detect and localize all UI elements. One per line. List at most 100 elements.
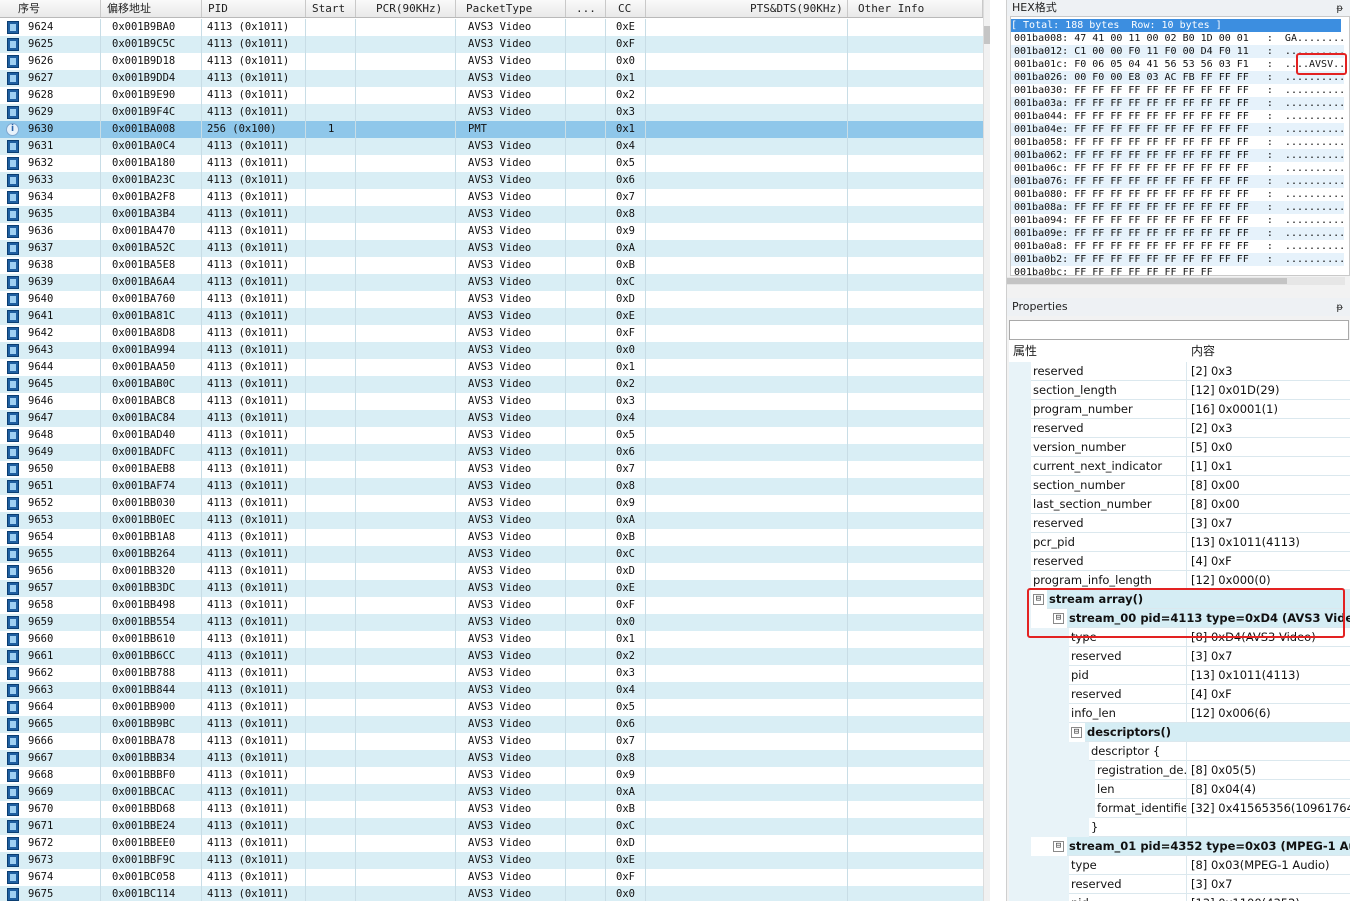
cell-start (328, 257, 356, 274)
property-row[interactable]: len [8] 0x04(4) (1009, 780, 1350, 799)
property-row[interactable]: last_section_number [8] 0x00 (1009, 495, 1350, 514)
table-row[interactable]: 9665 0x001BB9BC 4113 (0x1011) AVS3 Video 0x6 (0, 716, 983, 733)
property-row[interactable]: info_len [12] 0x006(6) (1009, 704, 1350, 723)
table-row[interactable]: 9637 0x001BA52C 4113 (0x1011) AVS3 Video 0xA (0, 240, 983, 257)
table-row[interactable]: 9663 0x001BB844 4113 (0x1011) AVS3 Video 0x4 (0, 682, 983, 699)
collapse-toggle-icon[interactable]: ⊟ (1053, 841, 1064, 852)
property-row[interactable]: format_identifier [32] 0x41565356(1096176… (1009, 799, 1350, 818)
table-row[interactable]: 9625 0x001B9C5C 4113 (0x1011) AVS3 Video 0xF (0, 36, 983, 53)
property-row[interactable]: pcr_pid [13] 0x1011(4113) (1009, 533, 1350, 552)
column-header-cc[interactable]: CC (606, 0, 646, 17)
property-group-row[interactable]: ⊟ descriptors() (1009, 723, 1350, 742)
table-row[interactable]: 9632 0x001BA180 4113 (0x1011) AVS3 Video 0x5 (0, 155, 983, 172)
table-row[interactable]: 9666 0x001BBA78 4113 (0x1011) AVS3 Video 0x7 (0, 733, 983, 750)
table-row[interactable]: 9635 0x001BA3B4 4113 (0x1011) AVS3 Video 0x8 (0, 206, 983, 223)
property-row[interactable]: version_number [5] 0x0 (1009, 438, 1350, 457)
hex-horizontal-scrollbar[interactable] (1007, 277, 1345, 285)
pin-icon[interactable]: ᵽ (1336, 299, 1343, 317)
property-row[interactable]: pid [13] 0x1011(4113) (1009, 666, 1350, 685)
property-row[interactable]: section_number [8] 0x00 (1009, 476, 1350, 495)
table-row[interactable]: 9660 0x001BB610 4113 (0x1011) AVS3 Video 0x1 (0, 631, 983, 648)
column-header-offset[interactable]: 偏移地址 (101, 0, 202, 17)
table-row[interactable]: 9640 0x001BA760 4113 (0x1011) AVS3 Video 0xD (0, 291, 983, 308)
property-row[interactable]: } (1009, 818, 1350, 837)
table-row[interactable]: 9646 0x001BABC8 4113 (0x1011) AVS3 Video 0x3 (0, 393, 983, 410)
table-row[interactable]: 9673 0x001BBF9C 4113 (0x1011) AVS3 Video 0xE (0, 852, 983, 869)
property-row[interactable]: reserved [3] 0x7 (1009, 875, 1350, 894)
property-row[interactable]: registration_de... [8] 0x05(5) (1009, 761, 1350, 780)
column-header-other-info[interactable]: Other Info (848, 0, 983, 17)
cell-start (328, 53, 356, 70)
table-row[interactable]: 9668 0x001BBBF0 4113 (0x1011) AVS3 Video 0x9 (0, 767, 983, 784)
table-row[interactable]: 9662 0x001BB788 4113 (0x1011) AVS3 Video 0x3 (0, 665, 983, 682)
table-row[interactable]: 9671 0x001BBE24 4113 (0x1011) AVS3 Video 0xC (0, 818, 983, 835)
pin-icon[interactable]: ᵽ (1336, 1, 1343, 17)
table-row[interactable]: 9641 0x001BA81C 4113 (0x1011) AVS3 Video 0xE (0, 308, 983, 325)
table-row[interactable]: 9626 0x001B9D18 4113 (0x1011) AVS3 Video 0x0 (0, 53, 983, 70)
table-row[interactable]: 9639 0x001BA6A4 4113 (0x1011) AVS3 Video 0xC (0, 274, 983, 291)
table-row[interactable]: 9645 0x001BAB0C 4113 (0x1011) AVS3 Video 0x2 (0, 376, 983, 393)
table-row[interactable]: 9670 0x001BBD68 4113 (0x1011) AVS3 Video 0xB (0, 801, 983, 818)
table-row[interactable]: 9667 0x001BBB34 4113 (0x1011) AVS3 Video 0x8 (0, 750, 983, 767)
table-row[interactable]: 9643 0x001BA994 4113 (0x1011) AVS3 Video 0x0 (0, 342, 983, 359)
table-row[interactable]: 9654 0x001BB1A8 4113 (0x1011) AVS3 Video 0xB (0, 529, 983, 546)
table-row[interactable]: 9633 0x001BA23C 4113 (0x1011) AVS3 Video 0x6 (0, 172, 983, 189)
column-header-ellipsis[interactable]: ... (566, 0, 606, 17)
property-row[interactable]: reserved [3] 0x7 (1009, 647, 1350, 666)
property-row[interactable]: pid[13] 0x1100(4352) (1009, 894, 1350, 901)
table-row[interactable]: 9655 0x001BB264 4113 (0x1011) AVS3 Video 0xC (0, 546, 983, 563)
table-row[interactable]: 9650 0x001BAEB8 4113 (0x1011) AVS3 Video 0x7 (0, 461, 983, 478)
table-row[interactable]: 9631 0x001BA0C4 4113 (0x1011) AVS3 Video 0x4 (0, 138, 983, 155)
table-row[interactable]: 9672 0x001BBEE0 4113 (0x1011) AVS3 Video 0xD (0, 835, 983, 852)
table-row[interactable]: 9647 0x001BAC84 4113 (0x1011) AVS3 Video 0x4 (0, 410, 983, 427)
property-name: program_number (1031, 400, 1187, 419)
property-group-row[interactable]: ⊟stream_01 pid=4352 type=0x03 (MPEG-1 Au… (1009, 837, 1350, 856)
property-row[interactable]: reserved [2] 0x3 (1009, 419, 1350, 438)
table-row[interactable]: 9629 0x001B9F4C 4113 (0x1011) AVS3 Video 0x3 (0, 104, 983, 121)
table-row[interactable]: 9644 0x001BAA50 4113 (0x1011) AVS3 Video 0x1 (0, 359, 983, 376)
table-row[interactable]: 9658 0x001BB498 4113 (0x1011) AVS3 Video 0xF (0, 597, 983, 614)
property-row[interactable]: reserved [4] 0xF (1009, 685, 1350, 704)
properties-search-input[interactable] (1009, 320, 1349, 340)
property-row[interactable]: section_length [12] 0x01D(29) (1009, 381, 1350, 400)
table-row[interactable]: 9624 0x001B9BA0 4113 (0x1011) AVS3 Video 0xE (0, 19, 983, 36)
collapse-toggle-icon[interactable]: ⊟ (1071, 727, 1082, 738)
property-row[interactable]: reserved [3] 0x7 (1009, 514, 1350, 533)
property-row[interactable]: descriptor { (1009, 742, 1350, 761)
table-row[interactable]: 9664 0x001BB900 4113 (0x1011) AVS3 Video 0x5 (0, 699, 983, 716)
property-row[interactable]: type [8] 0x03(MPEG-1 Audio) (1009, 856, 1350, 875)
table-row[interactable]: 9628 0x001B9E90 4113 (0x1011) AVS3 Video 0x2 (0, 87, 983, 104)
table-row[interactable]: 9674 0x001BC058 4113 (0x1011) AVS3 Video 0xF (0, 869, 983, 886)
property-row[interactable]: current_next_indicator [1] 0x1 (1009, 457, 1350, 476)
packet-list[interactable]: 序号 偏移地址 PID Start PCR(90KHz) PacketType … (0, 0, 990, 901)
hex-scrollbar-thumb[interactable] (1007, 278, 1287, 284)
table-row[interactable]: 9636 0x001BA470 4113 (0x1011) AVS3 Video 0x9 (0, 223, 983, 240)
table-row[interactable]: 9651 0x001BAF74 4113 (0x1011) AVS3 Video 0x8 (0, 478, 983, 495)
table-row[interactable]: 9661 0x001BB6CC 4113 (0x1011) AVS3 Video 0x2 (0, 648, 983, 665)
table-row[interactable]: 9627 0x001B9DD4 4113 (0x1011) AVS3 Video 0x1 (0, 70, 983, 87)
table-row[interactable]: 9634 0x001BA2F8 4113 (0x1011) AVS3 Video 0x7 (0, 189, 983, 206)
table-row[interactable]: 9659 0x001BB554 4113 (0x1011) AVS3 Video 0x0 (0, 614, 983, 631)
table-row[interactable]: 9653 0x001BB0EC 4113 (0x1011) AVS3 Video 0xA (0, 512, 983, 529)
table-row[interactable]: 9642 0x001BA8D8 4113 (0x1011) AVS3 Video 0xF (0, 325, 983, 342)
column-header-pts-dts[interactable]: PTS&DTS(90KHz) (646, 0, 848, 17)
column-header-start[interactable]: Start (306, 0, 356, 17)
column-header-packet-type[interactable]: PacketType (456, 0, 566, 17)
property-row[interactable]: reserved [4] 0xF (1009, 552, 1350, 571)
table-row[interactable]: 9652 0x001BB030 4113 (0x1011) AVS3 Video 0x9 (0, 495, 983, 512)
packet-list-scrollbar[interactable] (983, 0, 990, 901)
scrollbar-thumb[interactable] (984, 26, 990, 44)
table-row[interactable]: 9649 0x001BADFC 4113 (0x1011) AVS3 Video 0x6 (0, 444, 983, 461)
table-row[interactable]: 9656 0x001BB320 4113 (0x1011) AVS3 Video 0xD (0, 563, 983, 580)
table-row[interactable]: 9648 0x001BAD40 4113 (0x1011) AVS3 Video 0x5 (0, 427, 983, 444)
table-row[interactable]: 9657 0x001BB3DC 4113 (0x1011) AVS3 Video 0xE (0, 580, 983, 597)
table-row[interactable]: 9669 0x001BBCAC 4113 (0x1011) AVS3 Video 0xA (0, 784, 983, 801)
column-header-index[interactable]: 序号 (0, 0, 101, 17)
column-header-pid[interactable]: PID (202, 0, 306, 17)
table-row[interactable]: 9675 0x001BC114 4113 (0x1011) AVS3 Video 0x0 (0, 886, 983, 901)
property-row[interactable]: reserved [2] 0x3 (1009, 362, 1350, 381)
column-header-pcr[interactable]: PCR(90KHz) (356, 0, 456, 17)
property-row[interactable]: program_number [16] 0x0001(1) (1009, 400, 1350, 419)
table-row[interactable]: 9630 0x001BA008 256 (0x100) 1 PMT 0x1 (0, 121, 983, 138)
table-row[interactable]: 9638 0x001BA5E8 4113 (0x1011) AVS3 Video 0xB (0, 257, 983, 274)
